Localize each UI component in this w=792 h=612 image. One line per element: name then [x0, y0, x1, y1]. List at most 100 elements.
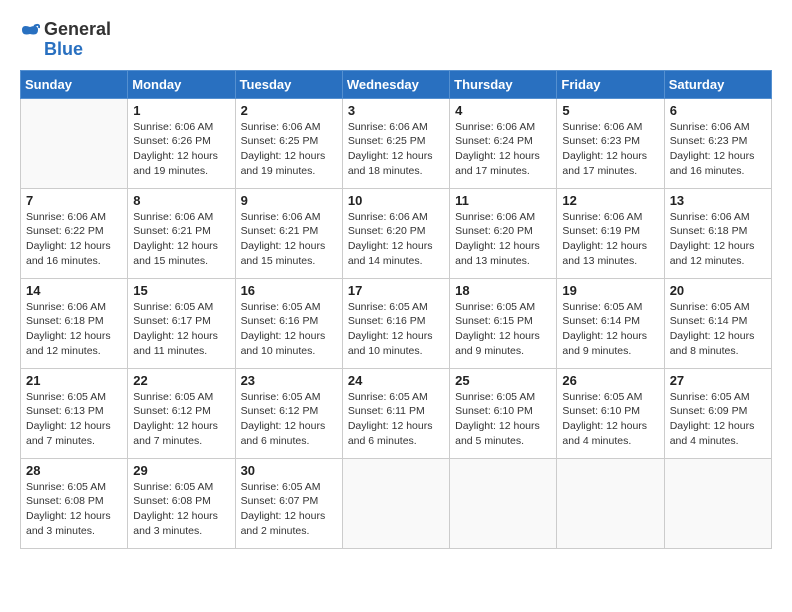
calendar-cell: 20 Sunrise: 6:05 AM Sunset: 6:14 PM Dayli… [664, 278, 771, 368]
calendar-cell: 1 Sunrise: 6:06 AM Sunset: 6:26 PM Daylig… [128, 98, 235, 188]
day-number: 29 [133, 463, 229, 478]
calendar-cell [342, 458, 449, 548]
calendar-cell: 14 Sunrise: 6:06 AM Sunset: 6:18 PM Dayli… [21, 278, 128, 368]
calendar-cell: 23 Sunrise: 6:05 AM Sunset: 6:12 PM Dayli… [235, 368, 342, 458]
calendar-cell: 26 Sunrise: 6:05 AM Sunset: 6:10 PM Dayli… [557, 368, 664, 458]
calendar-cell: 3Sunrise: 6:06 AM Sunset: 6:25 PM Daylig… [342, 98, 449, 188]
day-info: Sunrise: 6:06 AM Sunset: 6:22 PM Dayligh… [26, 210, 122, 269]
day-number: 11 [455, 193, 551, 208]
day-number: 1 [133, 103, 229, 118]
day-info: Sunrise: 6:05 AM Sunset: 6:14 PM Dayligh… [670, 300, 766, 359]
day-info: Sunrise: 6:05 AM Sunset: 6:16 PM Dayligh… [348, 300, 444, 359]
day-number: 20 [670, 283, 766, 298]
day-header-saturday: Saturday [664, 70, 771, 98]
calendar-cell: 11 Sunrise: 6:06 AM Sunset: 6:20 PM Dayli… [450, 188, 557, 278]
day-info: Sunrise: 6:05 AM Sunset: 6:16 PM Dayligh… [241, 300, 337, 359]
calendar-cell: 17Sunrise: 6:05 AM Sunset: 6:16 PM Dayli… [342, 278, 449, 368]
page-header: General Blue [20, 20, 772, 60]
calendar-table: SundayMondayTuesdayWednesdayThursdayFrid… [20, 70, 772, 549]
day-number: 26 [562, 373, 658, 388]
day-info: Sunrise: 6:06 AM Sunset: 6:20 PM Dayligh… [455, 210, 551, 269]
logo-container: General Blue [20, 20, 111, 60]
calendar-cell: 27Sunrise: 6:05 AM Sunset: 6:09 PM Dayli… [664, 368, 771, 458]
logo: General Blue [20, 20, 111, 60]
day-info: Sunrise: 6:06 AM Sunset: 6:24 PM Dayligh… [455, 120, 551, 179]
days-header-row: SundayMondayTuesdayWednesdayThursdayFrid… [21, 70, 772, 98]
day-number: 5 [562, 103, 658, 118]
day-number: 19 [562, 283, 658, 298]
calendar-cell: 12 Sunrise: 6:06 AM Sunset: 6:19 PM Dayli… [557, 188, 664, 278]
day-info: Sunrise: 6:05 AM Sunset: 6:08 PM Dayligh… [26, 480, 122, 539]
day-info: Sunrise: 6:05 AM Sunset: 6:13 PM Dayligh… [26, 390, 122, 449]
day-number: 9 [241, 193, 337, 208]
day-info: Sunrise: 6:05 AM Sunset: 6:07 PM Dayligh… [241, 480, 337, 539]
day-number: 24 [348, 373, 444, 388]
calendar-cell: 4 Sunrise: 6:06 AM Sunset: 6:24 PM Daylig… [450, 98, 557, 188]
day-number: 16 [241, 283, 337, 298]
day-header-tuesday: Tuesday [235, 70, 342, 98]
day-info: Sunrise: 6:05 AM Sunset: 6:10 PM Dayligh… [455, 390, 551, 449]
day-number: 25 [455, 373, 551, 388]
day-number: 10 [348, 193, 444, 208]
day-info: Sunrise: 6:05 AM Sunset: 6:11 PM Dayligh… [348, 390, 444, 449]
calendar-cell: 21 Sunrise: 6:05 AM Sunset: 6:13 PM Dayli… [21, 368, 128, 458]
week-row-4: 21 Sunrise: 6:05 AM Sunset: 6:13 PM Dayli… [21, 368, 772, 458]
calendar-cell: 16 Sunrise: 6:05 AM Sunset: 6:16 PM Dayli… [235, 278, 342, 368]
day-info: Sunrise: 6:06 AM Sunset: 6:25 PM Dayligh… [241, 120, 337, 179]
calendar-cell: 13Sunrise: 6:06 AM Sunset: 6:18 PM Dayli… [664, 188, 771, 278]
day-info: Sunrise: 6:06 AM Sunset: 6:18 PM Dayligh… [26, 300, 122, 359]
day-header-sunday: Sunday [21, 70, 128, 98]
week-row-3: 14 Sunrise: 6:06 AM Sunset: 6:18 PM Dayli… [21, 278, 772, 368]
day-number: 14 [26, 283, 122, 298]
day-number: 28 [26, 463, 122, 478]
day-info: Sunrise: 6:05 AM Sunset: 6:08 PM Dayligh… [133, 480, 229, 539]
day-number: 7 [26, 193, 122, 208]
day-number: 4 [455, 103, 551, 118]
calendar-cell: 19Sunrise: 6:05 AM Sunset: 6:14 PM Dayli… [557, 278, 664, 368]
day-info: Sunrise: 6:06 AM Sunset: 6:20 PM Dayligh… [348, 210, 444, 269]
week-row-1: 1 Sunrise: 6:06 AM Sunset: 6:26 PM Daylig… [21, 98, 772, 188]
calendar-cell: 22 Sunrise: 6:05 AM Sunset: 6:12 PM Dayli… [128, 368, 235, 458]
week-row-5: 28 Sunrise: 6:05 AM Sunset: 6:08 PM Dayli… [21, 458, 772, 548]
day-info: Sunrise: 6:05 AM Sunset: 6:17 PM Dayligh… [133, 300, 229, 359]
calendar-cell: 7 Sunrise: 6:06 AM Sunset: 6:22 PM Daylig… [21, 188, 128, 278]
day-header-thursday: Thursday [450, 70, 557, 98]
calendar-cell: 9Sunrise: 6:06 AM Sunset: 6:21 PM Daylig… [235, 188, 342, 278]
day-header-wednesday: Wednesday [342, 70, 449, 98]
calendar-cell: 24 Sunrise: 6:05 AM Sunset: 6:11 PM Dayli… [342, 368, 449, 458]
day-number: 2 [241, 103, 337, 118]
day-info: Sunrise: 6:06 AM Sunset: 6:23 PM Dayligh… [670, 120, 766, 179]
calendar-cell: 28 Sunrise: 6:05 AM Sunset: 6:08 PM Dayli… [21, 458, 128, 548]
calendar-cell: 6 Sunrise: 6:06 AM Sunset: 6:23 PM Daylig… [664, 98, 771, 188]
day-number: 23 [241, 373, 337, 388]
calendar-cell: 10 Sunrise: 6:06 AM Sunset: 6:20 PM Dayli… [342, 188, 449, 278]
calendar-cell: 5Sunrise: 6:06 AM Sunset: 6:23 PM Daylig… [557, 98, 664, 188]
day-number: 21 [26, 373, 122, 388]
day-info: Sunrise: 6:05 AM Sunset: 6:09 PM Dayligh… [670, 390, 766, 449]
day-info: Sunrise: 6:05 AM Sunset: 6:12 PM Dayligh… [241, 390, 337, 449]
calendar-cell: 8 Sunrise: 6:06 AM Sunset: 6:21 PM Daylig… [128, 188, 235, 278]
calendar-cell: 2 Sunrise: 6:06 AM Sunset: 6:25 PM Daylig… [235, 98, 342, 188]
calendar-cell [664, 458, 771, 548]
day-header-monday: Monday [128, 70, 235, 98]
calendar-cell [557, 458, 664, 548]
logo-bird-icon [20, 22, 40, 58]
day-number: 15 [133, 283, 229, 298]
week-row-2: 7 Sunrise: 6:06 AM Sunset: 6:22 PM Daylig… [21, 188, 772, 278]
calendar-cell: 30Sunrise: 6:05 AM Sunset: 6:07 PM Dayli… [235, 458, 342, 548]
day-info: Sunrise: 6:05 AM Sunset: 6:10 PM Dayligh… [562, 390, 658, 449]
day-info: Sunrise: 6:05 AM Sunset: 6:12 PM Dayligh… [133, 390, 229, 449]
day-info: Sunrise: 6:06 AM Sunset: 6:18 PM Dayligh… [670, 210, 766, 269]
day-number: 22 [133, 373, 229, 388]
day-header-friday: Friday [557, 70, 664, 98]
day-number: 12 [562, 193, 658, 208]
day-number: 3 [348, 103, 444, 118]
day-number: 6 [670, 103, 766, 118]
day-info: Sunrise: 6:06 AM Sunset: 6:19 PM Dayligh… [562, 210, 658, 269]
calendar-cell: 25 Sunrise: 6:05 AM Sunset: 6:10 PM Dayli… [450, 368, 557, 458]
day-info: Sunrise: 6:05 AM Sunset: 6:15 PM Dayligh… [455, 300, 551, 359]
day-info: Sunrise: 6:06 AM Sunset: 6:26 PM Dayligh… [133, 120, 229, 179]
day-info: Sunrise: 6:06 AM Sunset: 6:21 PM Dayligh… [133, 210, 229, 269]
calendar-cell [450, 458, 557, 548]
day-number: 8 [133, 193, 229, 208]
